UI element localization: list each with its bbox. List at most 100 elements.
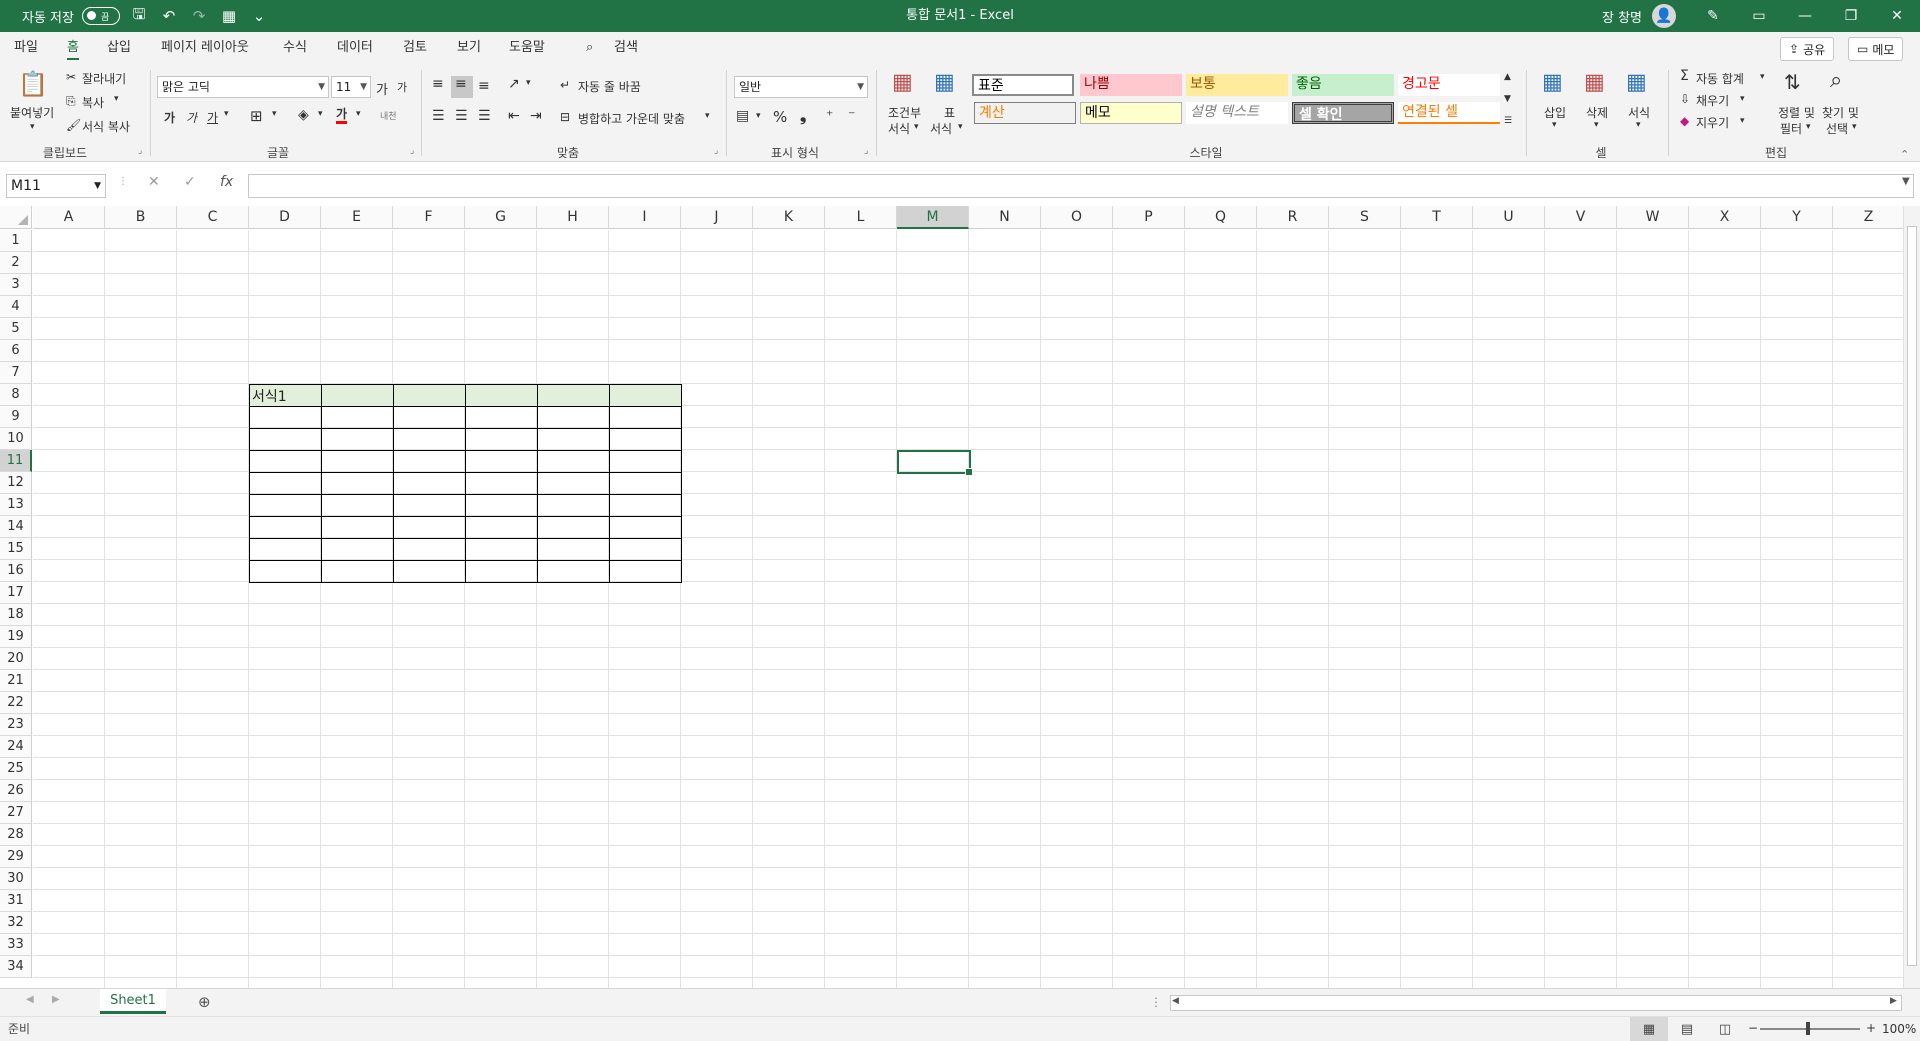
- cancel-icon[interactable]: ✕: [148, 174, 160, 190]
- paste-dropdown-icon[interactable]: ▾: [30, 122, 35, 132]
- table-header-cell[interactable]: 서식1: [249, 384, 322, 407]
- orientation-dropdown-icon[interactable]: ▾: [526, 78, 531, 88]
- bold-button[interactable]: 가: [164, 109, 175, 126]
- style-cell-explanatory[interactable]: 설명 텍스트: [1186, 102, 1288, 124]
- row-header-34[interactable]: 34: [0, 956, 32, 978]
- align-top-icon[interactable]: ≡: [432, 76, 444, 92]
- table-cell[interactable]: [321, 406, 394, 429]
- styles-scroll-down-icon[interactable]: ▼: [1504, 94, 1511, 104]
- row-header-3[interactable]: 3: [0, 274, 32, 296]
- user-name[interactable]: 장 창명: [1602, 7, 1642, 26]
- row-header-22[interactable]: 22: [0, 692, 32, 714]
- scroll-right-icon[interactable]: ▶: [1890, 996, 1897, 1006]
- font-size-combo[interactable]: 11 ▼: [331, 76, 371, 98]
- horizontal-scrollbar[interactable]: [1170, 995, 1902, 1011]
- column-header-r[interactable]: R: [1257, 206, 1329, 229]
- column-header-j[interactable]: J: [681, 206, 753, 229]
- column-header-h[interactable]: H: [537, 206, 609, 229]
- sort-filter-icon[interactable]: ⇅: [1784, 70, 1801, 94]
- increase-decimal-icon[interactable]: ⁺: [826, 108, 833, 124]
- fill-icon[interactable]: ⇩: [1680, 92, 1690, 106]
- table-cell[interactable]: [465, 450, 538, 473]
- decrease-decimal-icon[interactable]: ⁻: [848, 108, 855, 124]
- column-header-i[interactable]: I: [609, 206, 681, 229]
- row-header-2[interactable]: 2: [0, 252, 32, 274]
- table-cell[interactable]: [609, 450, 682, 473]
- row-header-18[interactable]: 18: [0, 604, 32, 626]
- row-header-29[interactable]: 29: [0, 846, 32, 868]
- conditional-format-button-line2[interactable]: 서식: [888, 120, 910, 137]
- delete-cells-button[interactable]: 삭제: [1586, 104, 1608, 121]
- table-cell[interactable]: [537, 472, 610, 495]
- vertical-scroll-thumb[interactable]: [1907, 226, 1917, 966]
- row-header-24[interactable]: 24: [0, 736, 32, 758]
- table-cell[interactable]: [249, 516, 322, 539]
- tab-page-layout[interactable]: 페이지 레이아웃: [161, 32, 249, 64]
- percent-button[interactable]: %: [773, 108, 787, 126]
- insert-cells-icon[interactable]: ▦: [1542, 70, 1563, 95]
- column-header-q[interactable]: Q: [1185, 206, 1257, 229]
- style-cell-check[interactable]: 셀 확인: [1292, 102, 1394, 124]
- formula-input[interactable]: [248, 174, 1914, 198]
- column-header-x[interactable]: X: [1689, 206, 1761, 229]
- paste-icon[interactable]: 📋: [18, 70, 48, 98]
- table-cell[interactable]: [249, 472, 322, 495]
- tab-view[interactable]: 보기: [457, 32, 481, 64]
- borders-icon[interactable]: ⊞: [250, 107, 263, 125]
- table-cell[interactable]: [465, 538, 538, 561]
- styles-scroll-up-icon[interactable]: ▲: [1504, 72, 1511, 82]
- prev-sheet-icon[interactable]: ◀: [26, 994, 34, 1005]
- cut-button[interactable]: 잘라내기: [82, 70, 126, 87]
- row-header-25[interactable]: 25: [0, 758, 32, 780]
- row-header-13[interactable]: 13: [0, 494, 32, 516]
- minimize-button[interactable]: —: [1782, 0, 1828, 32]
- column-header-s[interactable]: S: [1329, 206, 1401, 229]
- column-header-p[interactable]: P: [1113, 206, 1185, 229]
- column-header-b[interactable]: B: [105, 206, 177, 229]
- grow-font-button[interactable]: 가: [376, 79, 388, 98]
- table-cell[interactable]: [321, 516, 394, 539]
- table-cell[interactable]: [249, 450, 322, 473]
- column-header-o[interactable]: O: [1041, 206, 1113, 229]
- row-header-16[interactable]: 16: [0, 560, 32, 582]
- align-middle-icon[interactable]: ≡: [455, 76, 467, 92]
- avatar[interactable]: 👤: [1652, 4, 1676, 28]
- table-cell[interactable]: [537, 560, 610, 583]
- row-header-11[interactable]: 11: [0, 450, 32, 472]
- cell-area[interactable]: [33, 230, 1903, 988]
- table-cell[interactable]: [609, 560, 682, 583]
- align-bottom-icon[interactable]: ≡: [478, 78, 490, 94]
- table-cell[interactable]: [393, 516, 466, 539]
- name-box[interactable]: M11 ▼: [6, 174, 106, 198]
- row-header-31[interactable]: 31: [0, 890, 32, 912]
- sheet-tab-sheet1[interactable]: Sheet1: [100, 989, 166, 1014]
- format-as-table-button[interactable]: 표: [944, 104, 955, 121]
- conditional-format-icon[interactable]: ▦: [892, 70, 913, 95]
- row-header-21[interactable]: 21: [0, 670, 32, 692]
- table-cell[interactable]: [321, 494, 394, 517]
- underline-button[interactable]: 가: [207, 109, 218, 126]
- find-select-button[interactable]: 찾기 및: [1822, 104, 1859, 121]
- insert-cells-button[interactable]: 삽입: [1544, 104, 1566, 121]
- font-color-dropdown-icon[interactable]: ▾: [356, 109, 361, 119]
- clear-dropdown-icon[interactable]: ▾: [1740, 116, 1745, 126]
- row-header-23[interactable]: 23: [0, 714, 32, 736]
- tab-file[interactable]: 파일: [14, 32, 38, 64]
- column-header-d[interactable]: D: [249, 206, 321, 229]
- copy-icon[interactable]: ⎘: [66, 94, 76, 109]
- insert-cells-dropdown-icon[interactable]: ▾: [1552, 120, 1557, 130]
- undo-icon[interactable]: ↶: [158, 5, 180, 27]
- table-cell[interactable]: [465, 494, 538, 517]
- table-cell[interactable]: [321, 450, 394, 473]
- paste-button[interactable]: 붙여넣기: [10, 104, 54, 121]
- row-header-5[interactable]: 5: [0, 318, 32, 340]
- fill-color-icon[interactable]: ◈: [298, 107, 309, 123]
- orientation-icon[interactable]: ↗: [508, 76, 520, 92]
- add-sheet-icon[interactable]: ⊕: [198, 993, 211, 1011]
- style-cell-good[interactable]: 좋음: [1292, 74, 1394, 96]
- phonetic-button[interactable]: 내천: [380, 109, 397, 122]
- table-header-cell[interactable]: [537, 384, 610, 407]
- column-header-c[interactable]: C: [177, 206, 249, 229]
- column-header-w[interactable]: W: [1617, 206, 1689, 229]
- column-header-m[interactable]: M: [897, 206, 969, 229]
